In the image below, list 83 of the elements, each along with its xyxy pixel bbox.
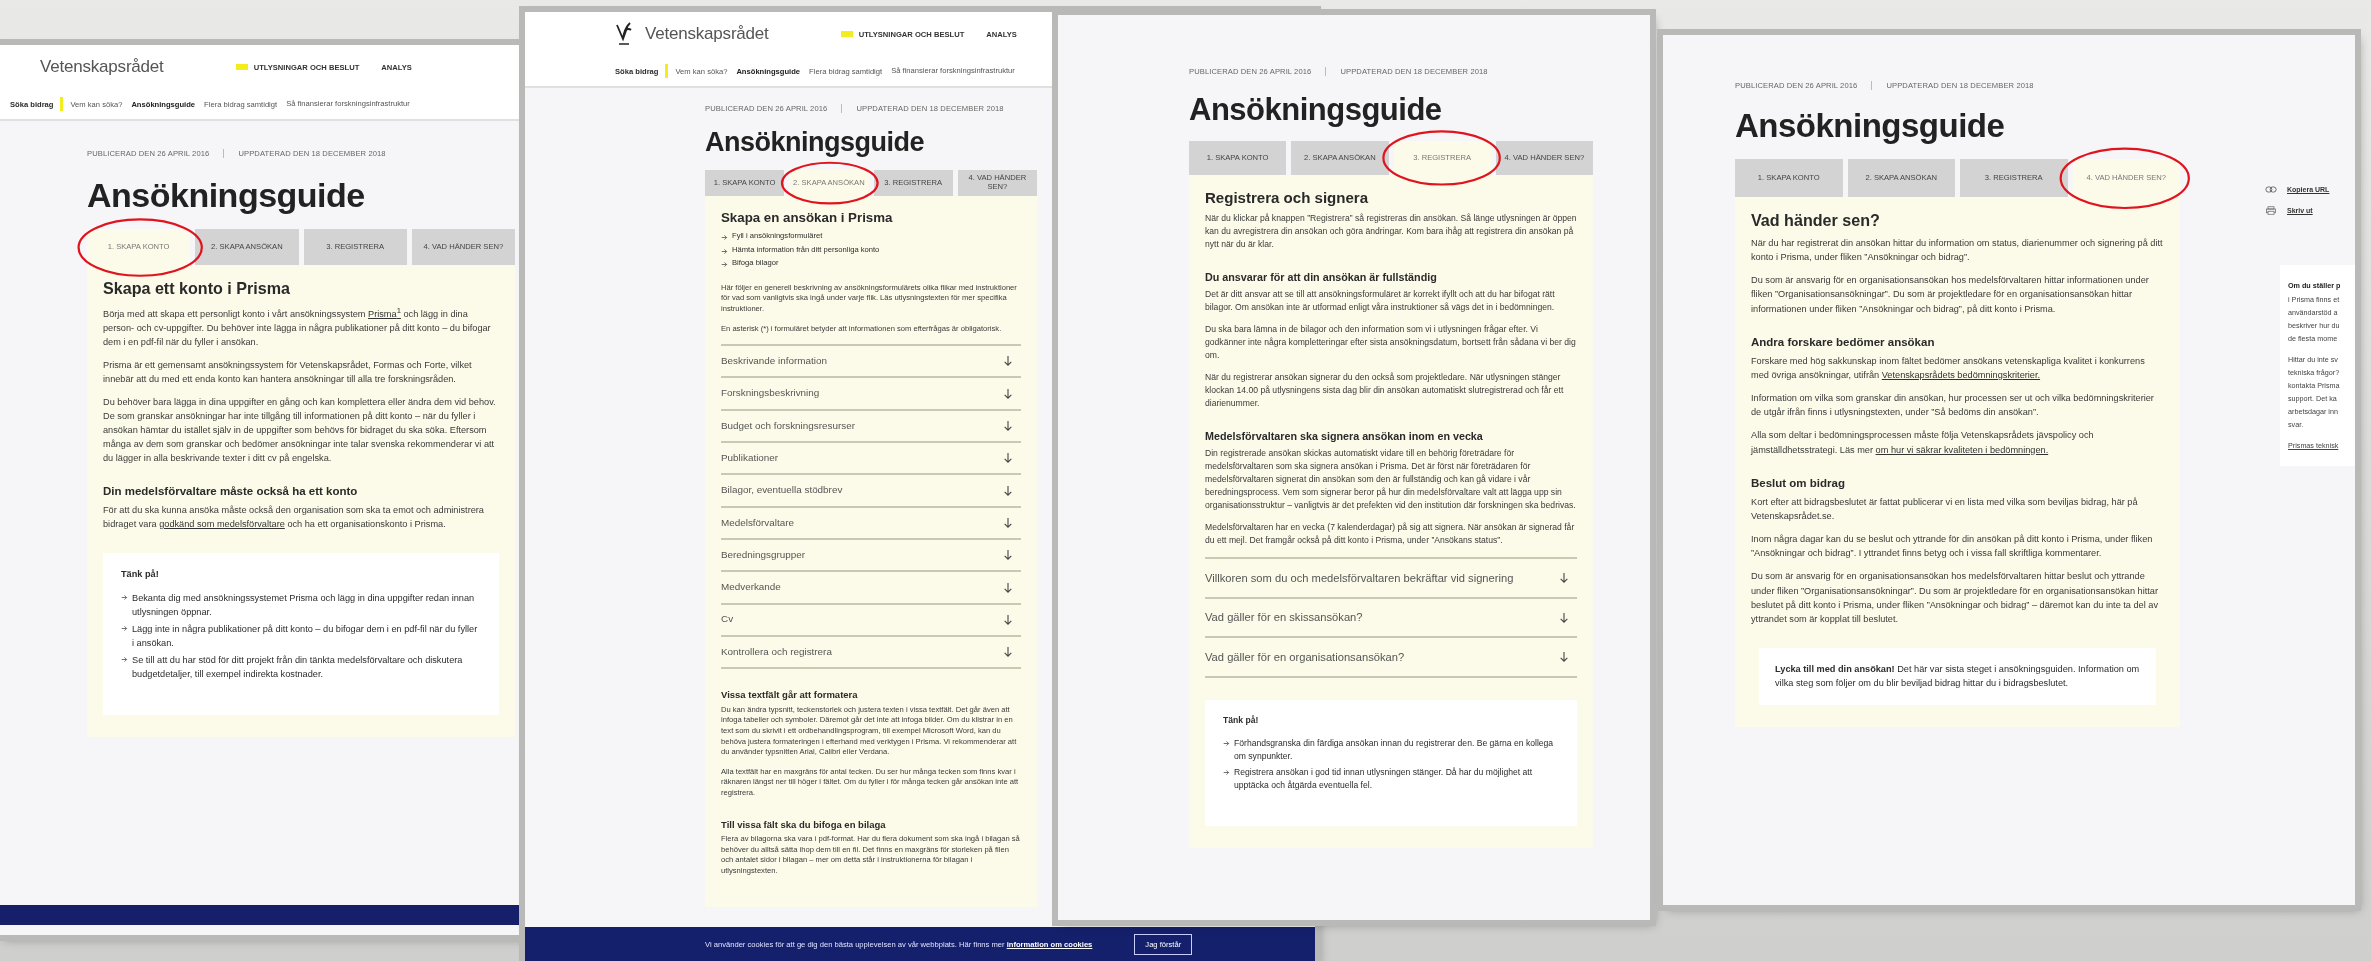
subsection-heading: Din medelsförvaltare måste också ha ett konto (103, 484, 359, 499)
link-icon (2265, 185, 2277, 194)
paragraph: Du som är ansvarig för en organisationsansökan hos medelsförvaltaren hittar beslut och yttrande under fliken ”Organisationsansökningar”. Du som är projektledare för en organisationsansökan hittar beslutet på ditt konto i Prisma, under fliken ”Ansökningar och bidrag” – däremot kan du inte ta del av yttrandet som är kopplat till beslutet. (1751, 570, 2160, 627)
arrow-down-icon (1559, 651, 1569, 664)
paragraph: Du ska bara lämna in de bilagor och den information som vi i utlysningen frågar efter. Vi godkänner inte några kompletteringar efter sista ansökningsdatum, bortsett från sådana vi ber dig om. (1205, 323, 1577, 363)
site-logo[interactable]: Vetenskapsrådet (645, 24, 769, 44)
accordion-item[interactable]: Villkoren som du och medelsförvaltaren bekräftar vid signering (1205, 559, 1577, 599)
accordion-item[interactable]: Beredningsgrupper (721, 540, 1021, 573)
accordion-item[interactable]: Publikationer (721, 443, 1021, 476)
tip-text: Bekanta dig med ansökningssystemet Prisma och lägg in dina uppgifter redan innan utlysningen öppnar. (132, 591, 476, 619)
subsection-heading: Beslut om bidrag (1751, 476, 1846, 491)
accordion-item[interactable]: Medverkande (721, 572, 1021, 605)
arrow-down-icon (1003, 387, 1013, 400)
paragraph: Inom några dagar kan du se beslut och yttrande för din ansökan på ditt konto i Prisma, under fliken ”Ansökningar och bidrag”. I yttrandet finns betyg och i vissa fall skriftliga kommentarer. (1751, 533, 2154, 561)
arrow-right-icon (721, 261, 728, 269)
page-title: Ansökningsguide (1189, 93, 1443, 128)
subsection-heading: Vissa textfält går att formatera (721, 689, 859, 701)
paragraph: Du behöver bara lägga in dina uppgifter en gång och kan komplettera eller ändra dem vid behov. De som granskar ansökningar har inte tillgång till informationen på ditt konto – när du fyller i ansökan hämtar du istället själv in de uppgifter som behövs för bidraget du ska söka. Eftersom många av dem som granskar och bedömer ansökningar inte talar svenska rekommenderar vi att du lägger in alla beskrivande texter i ditt cv på engelska. (103, 395, 497, 465)
tip-text: Registrera ansökan i god tid innan utlysningen stänger. Då har du möjlighet att upptäcka och åtgärda eventuella fel. (1234, 766, 1534, 793)
inline-link[interactable]: Vetenskapsrådets bedömningskriterier. (1881, 369, 2041, 380)
accordion-item[interactable]: Beskrivande information (721, 346, 1021, 379)
arrow-right-icon (121, 655, 128, 663)
section-heading: Skapa ett konto i Prisma (103, 279, 291, 298)
inline-link[interactable]: Prisma$^{1}$ (368, 308, 401, 319)
arrow-right-icon (121, 593, 128, 601)
arrow-down-icon (1003, 419, 1013, 432)
inline-link[interactable]: godkänd som medelsförvaltare (159, 518, 285, 529)
tips-title: Tänk på! (1223, 714, 1260, 728)
arrow-down-icon (1003, 484, 1013, 497)
paragraph: Medelsförvaltaren har en vecka (7 kalenderdagar) på sig att signera. När ansökan är signerad får du ett mejl. Det framgår också på ditt konto i Prisma, under ”Ansökans status”. (1205, 521, 1576, 548)
page-title: Ansökningsguide (1735, 108, 2006, 145)
arrow-down-icon (1003, 549, 1013, 562)
note-box: Lycka till med din ansökan! Det här var sista steget i ansökningsguiden. Information om vilka steg som följer om du blir beviljad bidrag hittar du i bidragsbeslutet. (1759, 648, 2156, 705)
paragraph: Din registrerade ansökan skickas automatiskt vidare till en behörig företrädare för medelsförvaltaren som ska signera ansökan i Prisma. Det är först när företrädaren för medelsförvaltaren signerat din ansökan som den är fullständig och kan gå vidare i vår beredningsprocess. Vem som signerar beror på hur din medelsförvaltare valt att lägga upp sin organisationsstruktur – vanligtvis är det prefekten vid den institution där forskningen ska bedrivas. (1205, 447, 1577, 513)
arrow-down-icon (1003, 355, 1013, 368)
arrow-down-icon (1559, 571, 1569, 584)
arrow-down-icon (1003, 581, 1013, 594)
paragraph: Forskare med hög sakkunskap inom fältet bedömer ansökans vetenskapliga kvalitet i konkurrens med övriga ansökningar, utifrån Vetenskapsrådets bedömningskriterier. (1751, 354, 2146, 382)
subsection-heading: Medelsförvaltaren ska signera ansökan inom en vecka (1205, 430, 1484, 444)
arrow-right-icon (121, 624, 128, 632)
accordion-item[interactable]: Medelsförvaltare (721, 507, 1021, 541)
paragraph: När du har registrerat din ansökan hittar du information om status, diarienummer och signering på ditt konto i Prisma, under fliken ”Ansökningar och bidrag”. (1751, 236, 2164, 264)
paragraph: För att du ska kunna ansöka måste också den organisation som ska ta emot och administrera bidraget vara godkänd som medelsförvaltare och ha ett organisationskonto i Prisma. (103, 503, 485, 531)
paragraph: Det är ditt ansvar att se till att ansökningsformuläret är korrekt ifyllt och att du har bifogat rätt bilagor. Om ansökan inte är utformad enligt våra instruktioner så vägs det in i bedömningen. (1205, 288, 1556, 315)
accordion-item[interactable]: Vad gäller för en organisationsansökan? (1205, 638, 1577, 679)
arrow-right-icon (721, 247, 728, 255)
arrow-down-icon (1003, 646, 1013, 659)
page-title: Ansökningsguide (705, 127, 925, 158)
printer-icon (2265, 206, 2277, 215)
arrow-right-icon (1223, 769, 1230, 777)
tip-text: Se till att du har stöd för ditt projekt från din tänkta medelsförvaltare och diskutera budgetdetaljer, till exempel indirekta kostnader. (132, 653, 464, 681)
arrow-down-icon (1003, 452, 1013, 465)
paragraph: När du klickar på knappen ”Registrera” så registreras din ansökan. Så länge utlysningen är öppen kan du avregistrera din ansökan och göra ändringar. Kom bara ihåg att registrera din ansökan på nytt när du är klar. (1205, 212, 1577, 252)
arrow-down-icon (1003, 613, 1013, 626)
arrow-down-icon (1003, 516, 1013, 529)
accordion-item[interactable]: Budget och forskningsresurser (721, 410, 1021, 444)
paragraph: Du som är ansvarig för en organisationsansökan hos medelsförvaltaren hittar informationen under fliken ”Organisationsansökningar”. Du som är projektledare för en organisationsansökan hittar informationen under fliken ”Ansökningar och bidrag”, på ditt konto i Prisma. (1751, 274, 2150, 316)
section-heading: Skapa en ansökan i Prisma (721, 209, 894, 225)
arrow-right-icon (721, 233, 728, 241)
paragraph: Börja med att skapa ett personligt konto i vårt ansökningssystem Prisma$^{1}$ och lägg in dina person- och cv-uppgifter. Du behöver inte lägga in några publikationer på ditt konto – du bifogar dem i en pdf-fil när du fyller i ansökan. (103, 304, 492, 349)
paragraph: Prisma är ett gemensamt ansökningssystem för Vetenskapsrådet, Formas och Forte, vilket innebär att du med ett enda konto kan hantera ansökningar till alla tre forskningsråden. (103, 358, 473, 386)
section-heading: Vad händer sen? (1751, 211, 1881, 230)
arrow-down-icon (1559, 611, 1569, 624)
accordion-item[interactable]: Cv (721, 604, 1021, 638)
subsection-heading: Du ansvarar för att din ansökan är fullständig (1205, 271, 1438, 285)
subsection-heading: Till vissa fält ska du bifoga en bilaga (721, 818, 887, 830)
arrow-right-icon (1223, 740, 1230, 748)
accordion-item[interactable]: Vad gäller för en skissansökan? (1205, 598, 1577, 639)
tip-text: Lägg inte in några publikationer på ditt konto – du bifogar dem i en pdf-fil när du fyller i ansökan. (132, 622, 479, 650)
subsection-heading: Andra forskare bedömer ansökan (1751, 335, 1936, 350)
accordion-item[interactable]: Kontrollera och registrera (721, 637, 1021, 670)
page-title: Ansökningsguide (87, 176, 366, 215)
site-logo[interactable]: Vetenskapsrådet (40, 57, 164, 77)
paragraph: Alla som deltar i bedömningsprocessen måste följa Vetenskapsrådets jävspolicy och jämställdhetsstrategi. Läs mer om hur vi säkrar kvaliteten i bedömningen. (1751, 429, 2095, 457)
tips-title: Tänk på! (121, 567, 160, 581)
tip-text: Förhandsgranska din färdiga ansökan innan du registrerar den. Be gärna en kollega om synpunkter. (1234, 737, 1555, 764)
paragraph: Information om vilka som granskar din ansökan, hur processen ser ut och vilka bedömningskriterier de utgår ifrån finns i utlysningstexten, under ”Så bedöms din ansökan”. (1751, 392, 2155, 420)
accordion-item[interactable]: Bilagor, eventuella stödbrev (721, 475, 1021, 508)
paragraph: När du registrerar ansökan signerar du den också som projektledare. När utlysningen stänger klockan 14.00 på utlysningens sista dag blir din ansökan automatiskt slutregistrerad och får ett diarienummer. (1205, 371, 1565, 411)
inline-link[interactable]: om hur vi säkrar kvaliteten i bedömningen. (1875, 444, 2049, 455)
section-heading: Registrera och signera (1205, 189, 1370, 207)
paragraph: Kort efter att bidragsbeslutet är fattat publicerar vi en lista med vilka som beviljas bidrag, här på Vetenskapsrådet.se. (1751, 495, 2139, 523)
accordion-item[interactable]: Forskningsbeskrivning (721, 378, 1021, 411)
